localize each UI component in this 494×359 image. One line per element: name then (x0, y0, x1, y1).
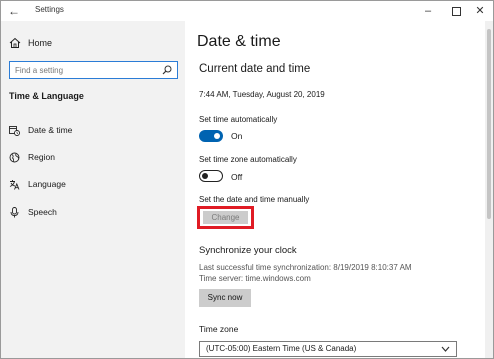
language-icon (9, 179, 20, 190)
sync-now-button[interactable]: Sync now (199, 289, 251, 307)
globe-icon (9, 152, 20, 162)
sidebar-item-label: Region (28, 152, 55, 162)
chevron-down-icon (441, 346, 450, 352)
set-time-auto-state: On (231, 131, 243, 141)
set-tz-auto-label: Set time zone automatically (199, 155, 297, 164)
section-title-current-date-time: Current date and time (199, 63, 311, 75)
sidebar-item-speech[interactable]: Speech (9, 205, 57, 219)
search-icon[interactable] (162, 65, 172, 75)
back-arrow-icon[interactable]: ← (5, 3, 23, 19)
sidebar: Home Time & Language Date & time (1, 21, 185, 358)
toggle-knob (202, 172, 208, 179)
home-icon (9, 37, 21, 48)
sidebar-item-label: Date & time (28, 125, 73, 135)
set-tz-auto-toggle[interactable] (199, 170, 223, 182)
time-zone-dropdown[interactable]: (UTC-05:00) Eastern Time (US & Canada) (199, 341, 457, 357)
page-title: Date & time (197, 33, 281, 50)
sidebar-item-date-time[interactable]: Date & time (9, 123, 72, 137)
sidebar-section-title: Time & Language (9, 91, 84, 101)
time-zone-value: (UTC-05:00) Eastern Time (US & Canada) (206, 344, 357, 353)
sidebar-item-label: Language (28, 179, 66, 189)
scrollbar-thumb[interactable] (487, 29, 491, 219)
time-zone-label: Time zone (199, 324, 239, 334)
current-datetime: 7:44 AM, Tuesday, August 20, 2019 (199, 90, 325, 99)
change-button-highlight: Change (197, 206, 254, 229)
sync-heading: Synchronize your clock (199, 245, 297, 256)
sidebar-item-region[interactable]: Region (9, 150, 55, 164)
calendar-clock-icon (9, 125, 20, 136)
maximize-icon[interactable] (443, 2, 469, 20)
change-button[interactable]: Change (203, 211, 248, 224)
home-label: Home (28, 38, 53, 48)
microphone-icon (10, 206, 19, 217)
sidebar-item-label: Speech (28, 207, 57, 217)
main-content: Date & time Current date and time 7:44 A… (185, 21, 485, 358)
close-icon[interactable]: ✕ (467, 2, 493, 20)
set-tz-auto-state: Off (231, 172, 243, 182)
sidebar-item-language[interactable]: Language (9, 177, 66, 191)
time-server-text: Time server: time.windows.com (199, 274, 311, 283)
settings-window: ← Settings – ✕ Home Time & Language (0, 0, 494, 359)
manual-date-time-label: Set the date and time manually (199, 195, 310, 204)
minimize-icon[interactable]: – (415, 2, 441, 20)
set-time-auto-toggle[interactable] (199, 130, 223, 142)
sidebar-item-home[interactable]: Home (9, 36, 52, 50)
window-title: Settings (35, 5, 64, 14)
set-time-auto-label: Set time automatically (199, 115, 278, 124)
scrollbar[interactable] (485, 21, 493, 358)
title-bar: ← Settings – ✕ (1, 1, 493, 21)
search-input[interactable] (15, 64, 153, 76)
last-sync-text: Last successful time synchronization: 8/… (199, 263, 412, 272)
toggle-knob (214, 133, 220, 139)
search-box[interactable] (9, 61, 178, 79)
